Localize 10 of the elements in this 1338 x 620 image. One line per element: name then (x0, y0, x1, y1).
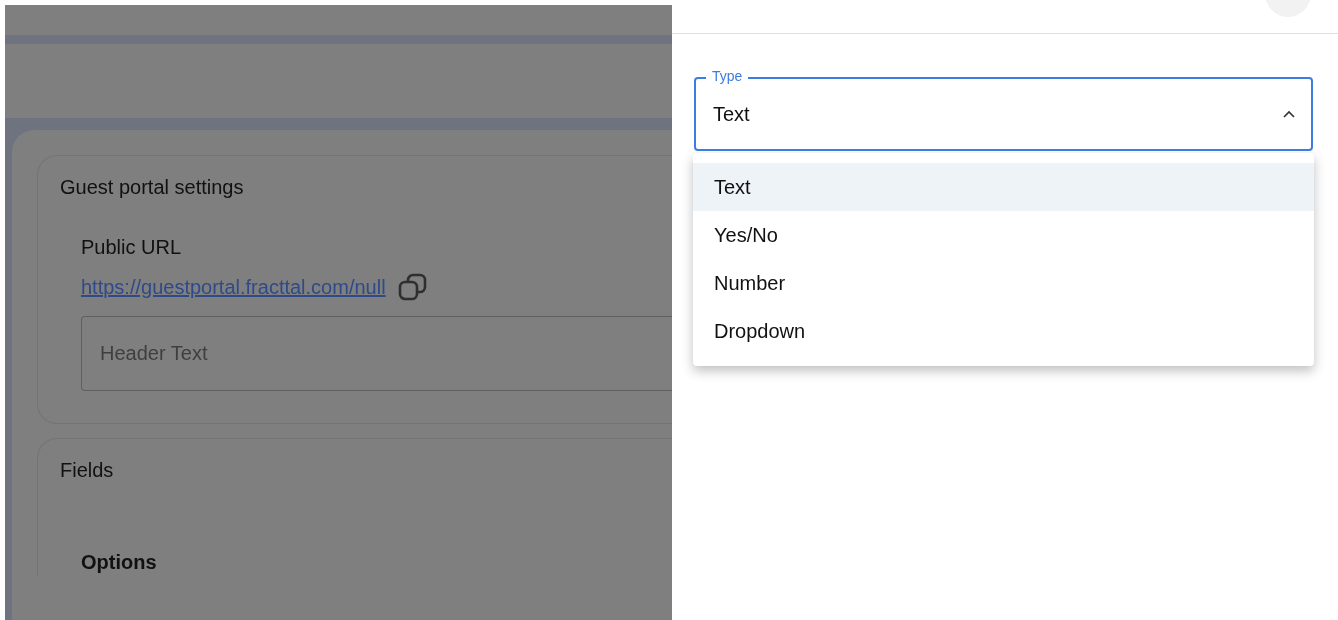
header-text-field[interactable]: Header Text (81, 316, 672, 391)
menu-option[interactable]: Yes/No (693, 211, 1314, 259)
menu-option[interactable]: Number (693, 259, 1314, 307)
menu-option[interactable]: Dropdown (693, 307, 1314, 355)
card-title: Fields (60, 458, 115, 483)
copy-icon[interactable] (397, 273, 428, 301)
public-url-label: Public URL (81, 235, 183, 260)
card-title: Guest portal settings (60, 175, 245, 200)
menu-option[interactable]: Text (693, 163, 1314, 211)
options-heading: Options (81, 550, 158, 575)
